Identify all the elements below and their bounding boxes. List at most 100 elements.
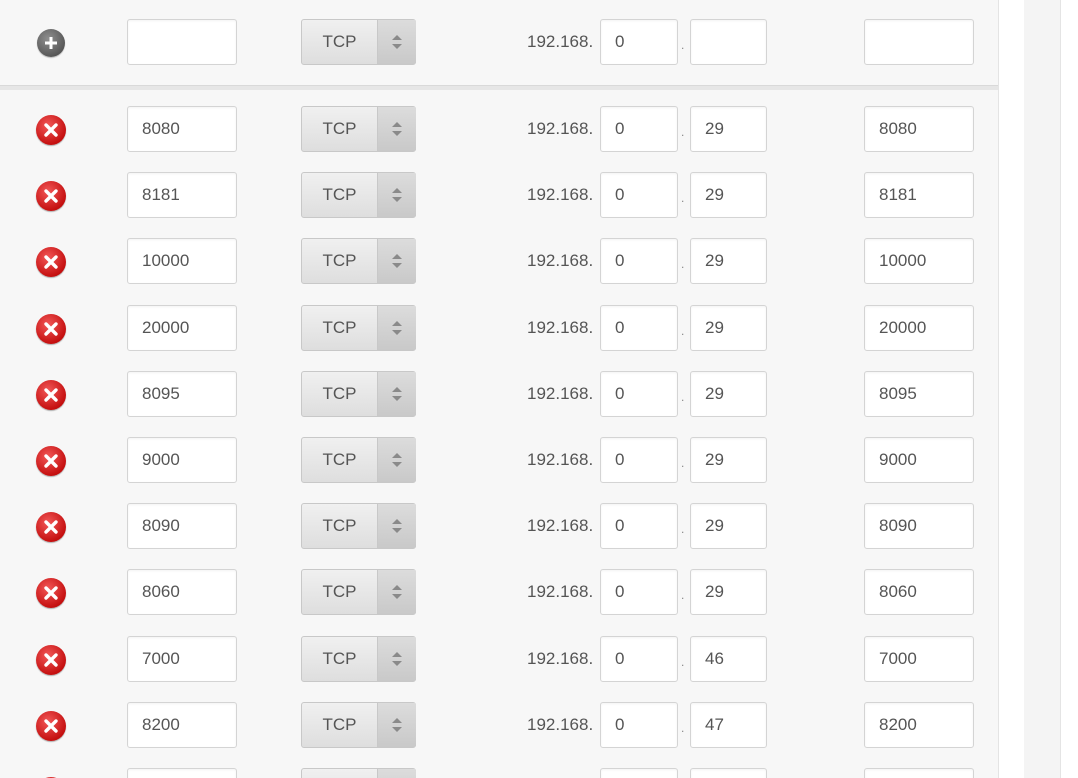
up-down-arrows-icon — [377, 20, 416, 64]
protocol-select[interactable]: TCP — [301, 305, 416, 351]
protocol-select-value: TCP — [322, 185, 357, 204]
remove-circle-icon[interactable] — [36, 314, 66, 344]
protocol-select-value: TCP — [322, 384, 357, 403]
ip-octet4-input[interactable] — [690, 238, 767, 284]
remove-circle-icon[interactable] — [36, 247, 66, 277]
protocol-select[interactable]: TCP — [301, 172, 416, 218]
internal-port-input[interactable] — [864, 106, 974, 152]
new-ip-octet4-input[interactable] — [690, 19, 767, 65]
rule-row: TCP 192.168.. — [0, 371, 998, 419]
internal-port-input[interactable] — [864, 768, 974, 778]
remove-circle-icon[interactable] — [36, 181, 66, 211]
protocol-select[interactable] — [301, 768, 416, 778]
external-port-input[interactable] — [127, 503, 237, 549]
ip-separator: . — [681, 191, 685, 205]
ip-separator: . — [681, 390, 685, 404]
rule-row: TCP 192.168.. — [0, 702, 998, 750]
new-internal-port-input[interactable] — [864, 19, 974, 65]
ip-octet3-input[interactable] — [600, 503, 678, 549]
protocol-select[interactable]: TCP — [301, 106, 416, 152]
protocol-select-value: TCP — [322, 119, 357, 138]
rule-row: TCP 192.168.. — [0, 503, 998, 551]
internal-port-input[interactable] — [864, 437, 974, 483]
internal-port-input[interactable] — [864, 371, 974, 417]
ip-separator: . — [681, 768, 684, 778]
external-port-input[interactable] — [127, 636, 237, 682]
protocol-select[interactable]: TCP — [301, 569, 416, 615]
ip-separator: . — [681, 324, 685, 338]
external-port-input[interactable] — [127, 768, 237, 778]
ip-prefix-label: 192.168. — [527, 119, 594, 138]
external-port-input[interactable] — [127, 569, 237, 615]
protocol-select[interactable]: TCP — [301, 702, 416, 748]
protocol-select-value: TCP — [322, 318, 357, 337]
new-protocol-select[interactable]: TCP — [301, 19, 416, 65]
protocol-select[interactable]: TCP — [301, 371, 416, 417]
internal-port-input[interactable] — [864, 503, 974, 549]
up-down-arrows-icon — [377, 173, 416, 217]
ip-prefix-label: 192.168. — [527, 582, 594, 601]
protocol-select[interactable]: TCP — [301, 636, 416, 682]
up-down-arrows-icon — [377, 769, 416, 778]
internal-port-input[interactable] — [864, 305, 974, 351]
protocol-select[interactable]: TCP — [301, 437, 416, 483]
internal-port-input[interactable] — [864, 238, 974, 284]
ip-octet4-input[interactable] — [690, 437, 767, 483]
ip-prefix-label: 192.168. — [527, 516, 594, 535]
external-port-input[interactable] — [127, 305, 237, 351]
ip-octet4-input[interactable] — [690, 503, 767, 549]
external-port-input[interactable] — [127, 371, 237, 417]
remove-circle-icon[interactable] — [36, 578, 66, 608]
ip-octet4-input[interactable] — [690, 768, 767, 778]
ip-octet3-input[interactable] — [600, 238, 678, 284]
ip-octet4-input[interactable] — [690, 636, 767, 682]
ip-octet3-input[interactable] — [600, 569, 678, 615]
external-port-input[interactable] — [127, 702, 237, 748]
ip-octet3-input[interactable] — [600, 768, 678, 778]
scrollbar-track[interactable] — [1024, 0, 1060, 778]
ip-octet4-input[interactable] — [690, 569, 767, 615]
protocol-select[interactable]: TCP — [301, 238, 416, 284]
ip-prefix-label: 192.168. — [527, 450, 594, 469]
remove-circle-icon[interactable] — [36, 115, 66, 145]
remove-circle-icon[interactable] — [36, 380, 66, 410]
remove-circle-icon[interactable] — [36, 645, 66, 675]
ip-octet3-input[interactable] — [600, 106, 678, 152]
ip-separator: . — [681, 721, 685, 735]
new-external-port-input[interactable] — [127, 19, 237, 65]
protocol-select[interactable]: TCP — [301, 503, 416, 549]
external-port-input[interactable] — [127, 437, 237, 483]
ip-separator: . — [681, 522, 685, 536]
ip-octet3-input[interactable] — [600, 702, 678, 748]
ip-octet3-input[interactable] — [600, 371, 678, 417]
protocol-select-value: TCP — [322, 251, 357, 270]
ip-separator: . — [681, 38, 685, 52]
ip-prefix-label: 192.168. — [527, 32, 594, 51]
external-port-input[interactable] — [127, 106, 237, 152]
ip-octet4-input[interactable] — [690, 106, 767, 152]
ip-octet3-input[interactable] — [600, 305, 678, 351]
remove-circle-icon[interactable] — [36, 446, 66, 476]
remove-circle-icon[interactable] — [36, 512, 66, 542]
up-down-arrows-icon — [377, 504, 416, 548]
external-port-input[interactable] — [127, 238, 237, 284]
rule-row: TCP 192.168.. — [0, 238, 998, 286]
ip-octet4-input[interactable] — [690, 371, 767, 417]
internal-port-input[interactable] — [864, 172, 974, 218]
ip-octet4-input[interactable] — [690, 702, 767, 748]
ip-octet4-input[interactable] — [690, 305, 767, 351]
internal-port-input[interactable] — [864, 636, 974, 682]
up-down-arrows-icon — [377, 637, 416, 681]
new-ip-octet3-input[interactable] — [600, 19, 678, 65]
ip-octet3-input[interactable] — [600, 437, 678, 483]
up-down-arrows-icon — [377, 703, 416, 747]
plus-circle-icon[interactable] — [37, 29, 65, 57]
internal-port-input[interactable] — [864, 569, 974, 615]
ip-octet4-input[interactable] — [690, 172, 767, 218]
remove-circle-icon[interactable] — [36, 711, 66, 741]
internal-port-input[interactable] — [864, 702, 974, 748]
ip-octet3-input[interactable] — [600, 636, 678, 682]
ip-octet3-input[interactable] — [600, 172, 678, 218]
rule-row: TCP 192.168.. — [0, 305, 998, 353]
external-port-input[interactable] — [127, 172, 237, 218]
